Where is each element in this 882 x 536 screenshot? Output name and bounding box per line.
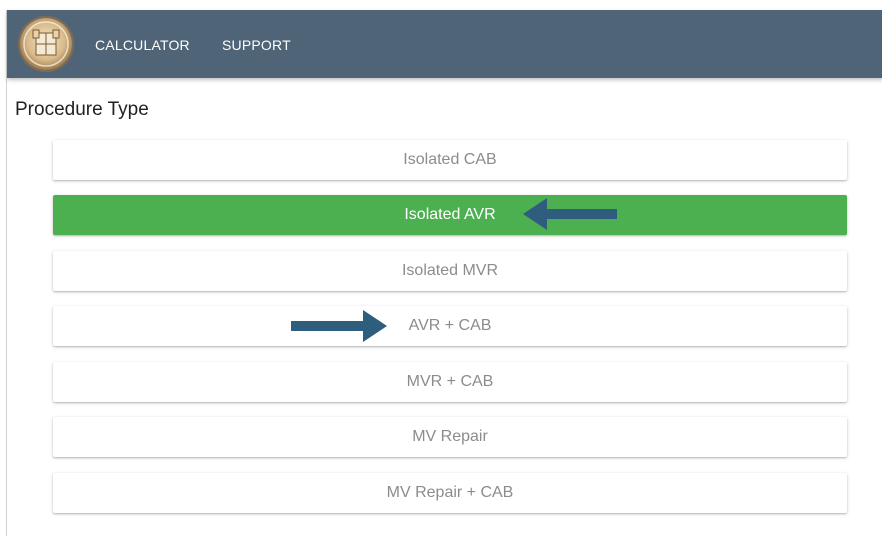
app-frame: CALCULATOR SUPPORT Procedure Type Isolat…: [6, 10, 882, 536]
nav-support-link[interactable]: SUPPORT: [222, 37, 291, 53]
arrow-right-icon: [291, 310, 387, 342]
nav-calculator-link[interactable]: CALCULATOR: [95, 37, 190, 53]
option-isolated-cab[interactable]: Isolated CAB: [53, 140, 847, 180]
option-isolated-mvr[interactable]: Isolated MVR: [53, 251, 847, 291]
option-mv-repair[interactable]: MV Repair: [53, 417, 847, 457]
institution-seal-icon[interactable]: [18, 16, 74, 72]
arrow-left-icon: [523, 198, 617, 230]
top-navbar: CALCULATOR SUPPORT: [7, 10, 882, 78]
option-mv-repair-plus-cab[interactable]: MV Repair + CAB: [53, 473, 847, 513]
procedure-type-heading: Procedure Type: [15, 99, 149, 120]
option-avr-plus-cab[interactable]: AVR + CAB: [53, 306, 847, 346]
option-isolated-avr[interactable]: Isolated AVR: [53, 195, 847, 235]
option-mvr-plus-cab[interactable]: MVR + CAB: [53, 362, 847, 402]
